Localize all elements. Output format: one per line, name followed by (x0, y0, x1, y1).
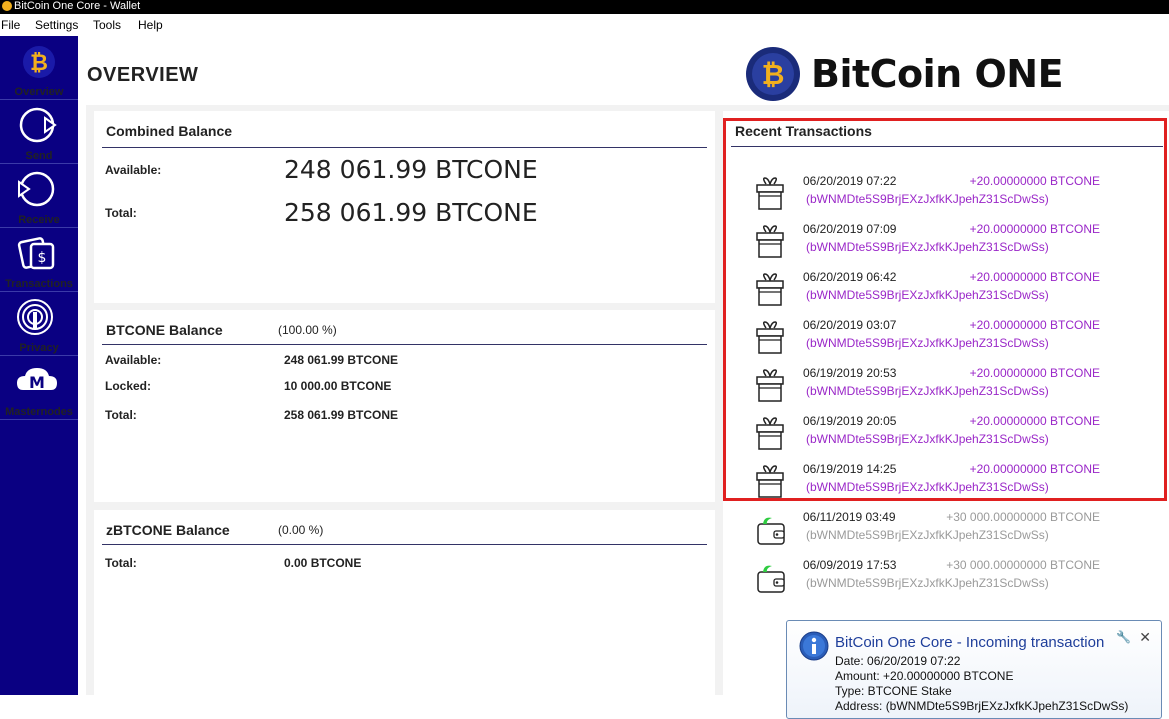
svg-text:₿: ₿ (762, 58, 785, 91)
notification-title: BitCoin One Core - Incoming transaction (835, 634, 1105, 651)
svg-text:₿: ₿ (30, 51, 48, 76)
masternodes-icon: M (17, 368, 57, 392)
nav-masternodes-label: Masternodes (5, 406, 73, 418)
incoming-transaction-notification[interactable]: BitCoin One Core - Incoming transaction … (786, 620, 1162, 719)
window-title: BitCoin One Core - Wallet (14, 0, 141, 12)
transaction-row[interactable]: 06/11/2019 03:49 +30 000.00000000 BTCONE (… (752, 510, 1112, 552)
btcone-locked-value: 10 000.00 BTCONE (284, 379, 392, 393)
nav-transactions[interactable]: $ Transactions (0, 228, 78, 292)
send-icon (19, 107, 57, 143)
transaction-amount: +30 000.00000000 BTCONE (946, 510, 1100, 524)
brand-name: BitCoin ONE (811, 52, 1064, 96)
nav-transactions-label: Transactions (5, 278, 73, 290)
window-titlebar: BitCoin One Core - Wallet (0, 0, 1169, 14)
privacy-icon (17, 299, 53, 335)
brand-logo: ₿ BitCoin ONE (745, 46, 1065, 102)
highlight-box (723, 118, 1167, 501)
zbtcone-balance-title: zBTCONE Balance (106, 522, 230, 538)
app-icon (2, 1, 12, 11)
zbtcone-balance-percent: (0.00 %) (278, 523, 324, 537)
transaction-address: (bWNMDte5S9BrjEXzJxfkKJpehZ31ScDwSs) (806, 576, 1049, 590)
options-icon[interactable]: 🔧 (1116, 630, 1131, 644)
zbtcone-total-value: 0.00 BTCONE (284, 556, 362, 570)
notification-amount: Amount: +20.00000000 BTCONE (835, 669, 1014, 683)
combined-available-label: Available: (105, 163, 162, 177)
btcone-available-label: Available: (105, 353, 162, 367)
bitcoin-one-logo-icon: ₿ (23, 46, 55, 78)
combined-balance-title: Combined Balance (106, 123, 233, 139)
nav-overview-label: Overview (14, 86, 64, 98)
transaction-row[interactable]: 06/09/2019 17:53 +30 000.00000000 BTCONE (… (752, 558, 1112, 600)
menu-settings[interactable]: Settings (35, 18, 78, 32)
btcone-balance-title: BTCONE Balance (106, 322, 223, 338)
btcone-locked-label: Locked: (105, 379, 152, 393)
sidebar: ₿ Overview Send Receive $ Transactions P… (0, 36, 78, 695)
transaction-date: 06/11/2019 03:49 (803, 510, 896, 524)
transaction-date: 06/09/2019 17:53 (803, 558, 897, 572)
nav-privacy-label: Privacy (19, 342, 59, 354)
transactions-icon: $ (17, 237, 55, 270)
nav-send-label: Send (25, 150, 53, 162)
combined-balance-card: Combined Balance Available: 248 061.99 B… (94, 111, 715, 303)
zbtcone-total-label: Total: (105, 556, 137, 570)
divider (102, 544, 707, 545)
divider (102, 344, 707, 345)
page-title: OVERVIEW (87, 64, 199, 86)
combined-available-value: 248 061.99 BTCONE (284, 155, 538, 184)
combined-total-value: 258 061.99 BTCONE (284, 198, 538, 227)
notification-address: Address: (bWNMDte5S9BrjEXzJxfkKJpehZ31Sc… (835, 699, 1129, 713)
btcone-available-value: 248 061.99 BTCONE (284, 353, 399, 367)
divider (102, 147, 707, 148)
receive-icon (18, 171, 55, 207)
nav-send[interactable]: Send (0, 100, 78, 164)
wallet-icon (754, 560, 786, 601)
transaction-amount: +30 000.00000000 BTCONE (946, 558, 1100, 572)
combined-total-label: Total: (105, 206, 137, 220)
bitcoin-one-logo-icon: ₿ (746, 47, 800, 101)
zbtcone-balance-card: zBTCONE Balance (0.00 %) Total: 0.00 BTC… (94, 510, 715, 695)
close-icon[interactable]: ✕ (1139, 629, 1151, 646)
menu-tools[interactable]: Tools (93, 18, 121, 32)
info-icon (799, 631, 829, 661)
nav-overview[interactable]: ₿ Overview (0, 36, 78, 100)
btcone-total-value: 258 061.99 BTCONE (284, 408, 399, 422)
notification-type: Type: BTCONE Stake (835, 684, 952, 698)
btcone-balance-percent: (100.00 %) (278, 323, 337, 337)
notification-date: Date: 06/20/2019 07:22 (835, 654, 961, 668)
btcone-total-label: Total: (105, 408, 137, 422)
svg-text:M: M (29, 373, 45, 392)
btcone-balance-card: BTCONE Balance (100.00 %) Available: 248… (94, 310, 715, 502)
nav-receive-label: Receive (18, 214, 60, 226)
nav-privacy[interactable]: Privacy (0, 292, 78, 356)
nav-receive[interactable]: Receive (0, 164, 78, 228)
svg-text:$: $ (38, 250, 47, 266)
nav-masternodes[interactable]: M Masternodes (0, 356, 78, 420)
menu-help[interactable]: Help (138, 18, 163, 32)
wallet-icon (754, 512, 786, 553)
transaction-address: (bWNMDte5S9BrjEXzJxfkKJpehZ31ScDwSs) (806, 528, 1049, 542)
menu-file[interactable]: File (1, 18, 20, 32)
menu-bar: File Settings Tools Help (0, 14, 1169, 36)
